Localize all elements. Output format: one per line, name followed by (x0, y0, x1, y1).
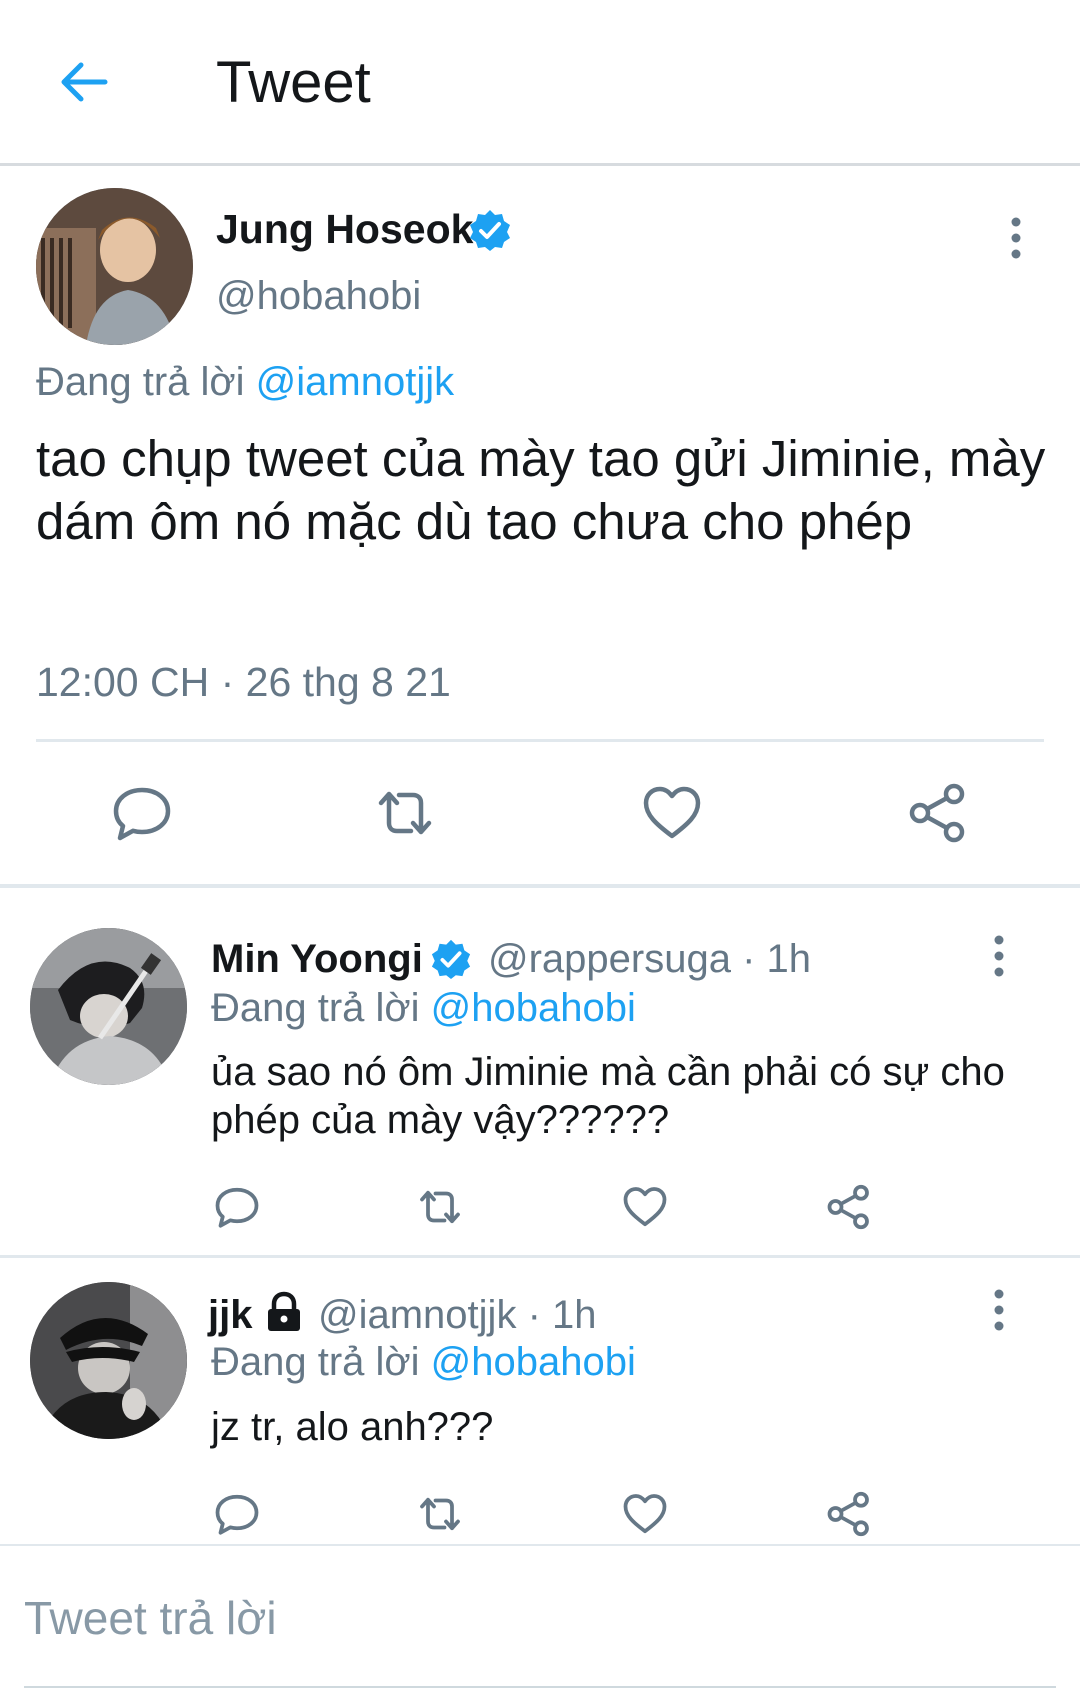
like-heart-icon[interactable] (621, 1183, 669, 1231)
divider (0, 884, 1080, 888)
avatar[interactable] (30, 928, 187, 1085)
share-icon[interactable] (825, 1183, 873, 1231)
verified-badge-icon (430, 938, 472, 980)
header-divider (0, 163, 1080, 166)
replying-to: Đang trả lời @hobahobi (211, 1338, 636, 1386)
reply-meta: @iamnotjjk · 1h (318, 1291, 597, 1339)
reply-text: ủa sao nó ôm Jiminie mà cần phải có sự c… (211, 1050, 1005, 1142)
reply-time: · 1h (527, 1293, 597, 1337)
replying-to-mention[interactable]: @hobahobi (431, 986, 636, 1030)
avatar[interactable] (30, 1282, 187, 1439)
replying-to-label: Đang trả lời (36, 360, 245, 404)
author-handle[interactable]: @hobahobi (216, 272, 421, 320)
reply-time: · 1h (742, 937, 812, 981)
retweet-icon[interactable] (416, 1490, 464, 1538)
replying-to: Đang trả lời @iamnotjjk (36, 358, 454, 406)
top-bar (0, 0, 1080, 163)
like-heart-icon[interactable] (621, 1490, 669, 1538)
tweet-text: tao chụp tweet của mày tao gửi Jiminie, … (36, 430, 1046, 550)
back-arrow-icon[interactable] (55, 52, 115, 112)
more-options-icon[interactable] (984, 932, 1014, 980)
retweet-icon[interactable] (373, 781, 437, 845)
divider (0, 1255, 1080, 1258)
divider (0, 1544, 1080, 1546)
lock-icon (262, 1290, 306, 1334)
avatar[interactable] (36, 188, 193, 345)
replying-to-label: Đang trả lời (211, 986, 420, 1030)
author-handle[interactable]: @rappersuga (488, 937, 731, 981)
reply-header: Min Yoongi (211, 935, 423, 983)
like-heart-icon[interactable] (640, 781, 704, 845)
share-icon[interactable] (906, 781, 970, 845)
replying-to-mention[interactable]: @iamnotjjk (256, 360, 454, 404)
reply-icon[interactable] (213, 1490, 261, 1538)
replying-to: Đang trả lời @hobahobi (211, 984, 636, 1032)
divider (36, 739, 1044, 742)
reply-compose-input[interactable]: Tweet trả lời (24, 1590, 277, 1646)
author-name[interactable]: jjk (208, 1293, 252, 1337)
reply-icon[interactable] (110, 781, 174, 845)
author-name[interactable]: Jung Hoseok (216, 205, 473, 253)
share-icon[interactable] (825, 1490, 873, 1538)
reply-header: jjk (208, 1291, 252, 1339)
reply-meta: @rappersuga · 1h (488, 935, 811, 983)
author-handle[interactable]: @iamnotjjk (318, 1293, 516, 1337)
reply-icon[interactable] (213, 1183, 261, 1231)
replying-to-mention[interactable]: @hobahobi (431, 1340, 636, 1384)
page-title: Tweet (216, 50, 371, 115)
retweet-icon[interactable] (416, 1183, 464, 1231)
tweet-timestamp: 12:00 CH · 26 thg 8 21 (36, 659, 451, 705)
more-options-icon[interactable] (984, 1286, 1014, 1334)
replying-to-label: Đang trả lời (211, 1340, 420, 1384)
more-options-icon[interactable] (1001, 214, 1031, 262)
compose-underline (24, 1686, 1056, 1688)
reply-text: jz tr, alo anh??? (211, 1405, 494, 1449)
verified-badge-icon (468, 208, 512, 252)
author-name[interactable]: Min Yoongi (211, 937, 423, 981)
